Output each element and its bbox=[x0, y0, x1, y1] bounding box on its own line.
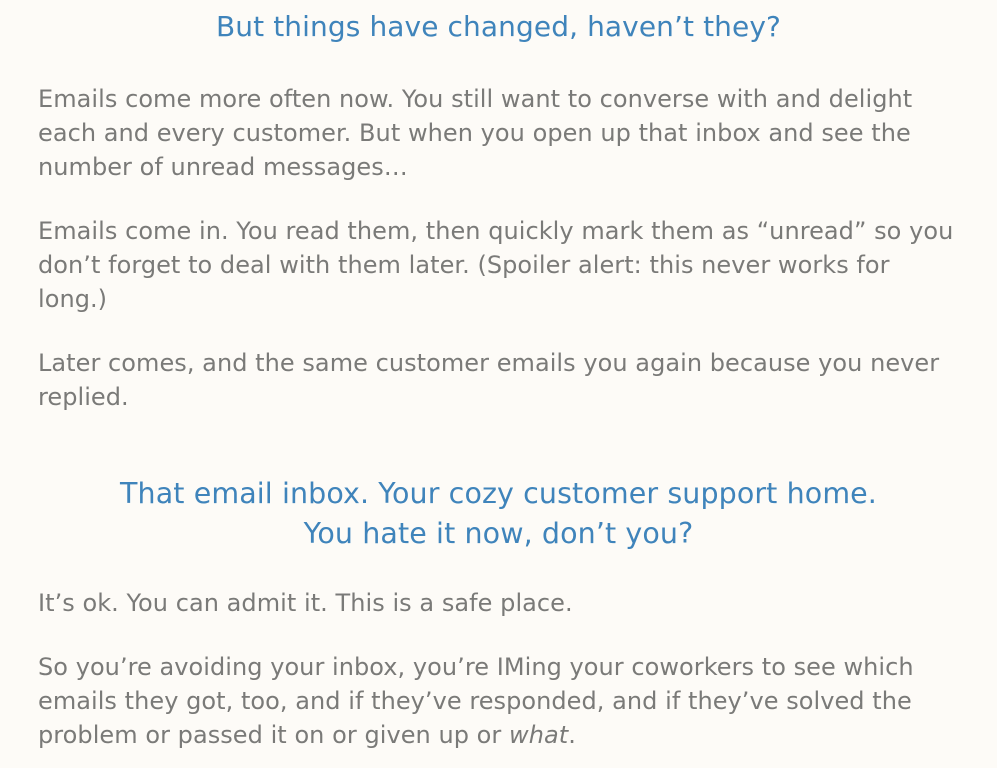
paragraph-never-replied: Later comes, and the same customer email… bbox=[38, 349, 940, 411]
paragraph-avoiding-inbox-text: So you’re avoiding your inbox, you’re IM… bbox=[38, 653, 914, 749]
section-heading-inbox-line2: You hate it now, don’t you? bbox=[303, 517, 694, 550]
emphasis-what: what bbox=[509, 721, 569, 749]
paragraph-safe-place: It’s ok. You can admit it. This is a saf… bbox=[38, 589, 573, 617]
section-heading-inbox-line1: That email inbox. Your cozy customer sup… bbox=[120, 477, 877, 510]
paragraph-avoiding-inbox-end: . bbox=[568, 721, 576, 749]
paragraph-avoiding-inbox: So you’re avoiding your inbox, you’re IM… bbox=[38, 650, 958, 752]
paragraph-emails-more-often: Emails come more often now. You still wa… bbox=[38, 85, 913, 181]
article-page: But things have changed, haven’t they? E… bbox=[0, 0, 997, 768]
section-heading-changed: But things have changed, haven’t they? bbox=[216, 10, 781, 43]
paragraph-mark-unread: Emails come in. You read them, then quic… bbox=[38, 217, 954, 313]
section-heading-inbox: That email inbox. Your cozy customer sup… bbox=[0, 474, 997, 554]
